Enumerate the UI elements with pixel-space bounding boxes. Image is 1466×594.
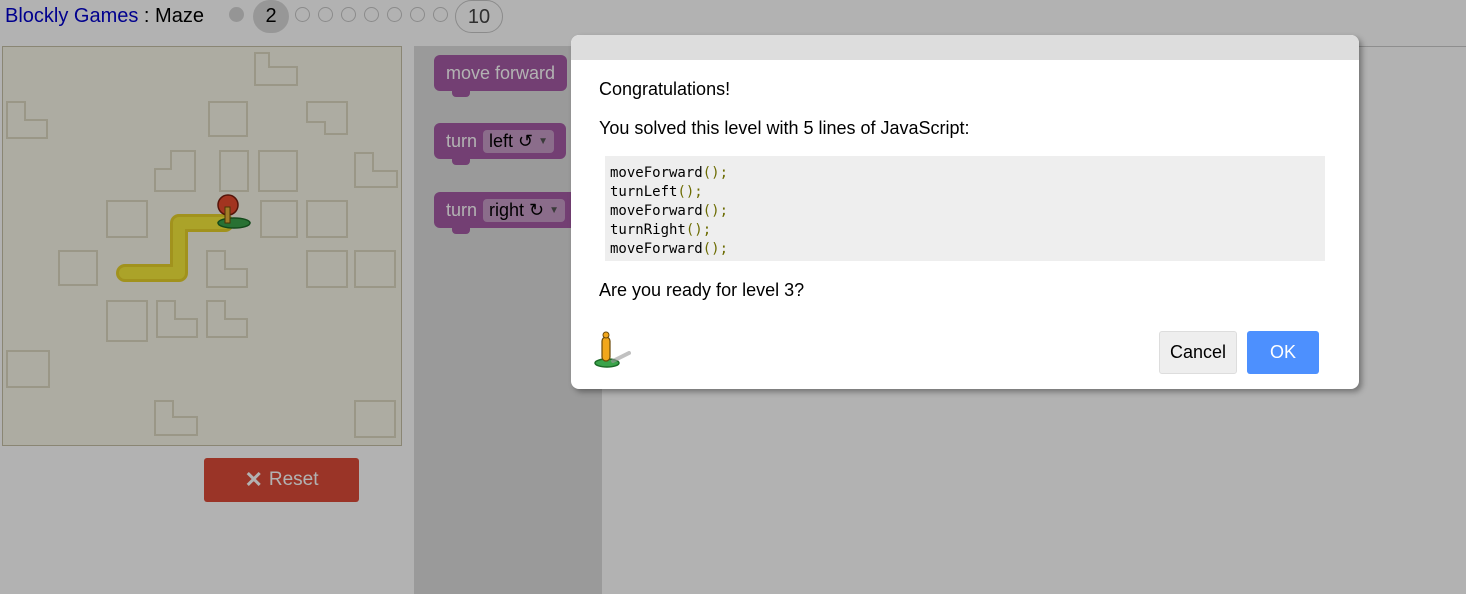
dialog-question: Are you ready for level 3? <box>599 280 805 300</box>
dialog-titlebar[interactable] <box>571 35 1359 60</box>
code-line: moveForward(); <box>610 241 729 257</box>
code-listing: moveForward(); turnLeft(); moveForward()… <box>605 156 1325 261</box>
code-line: turnRight(); <box>610 222 712 238</box>
dialog-heading: Congratulations! <box>599 79 731 99</box>
cancel-button[interactable]: Cancel <box>1159 331 1237 374</box>
ok-button[interactable]: OK <box>1247 331 1319 374</box>
code-line: moveForward(); <box>610 165 729 181</box>
code-line: turnLeft(); <box>610 184 703 200</box>
pegman-icon <box>594 331 631 368</box>
dialog-message: You solved this level with 5 lines of Ja… <box>599 118 970 138</box>
code-line: moveForward(); <box>610 203 729 219</box>
congratulations-dialog: Congratulations! You solved this level w… <box>571 35 1359 389</box>
